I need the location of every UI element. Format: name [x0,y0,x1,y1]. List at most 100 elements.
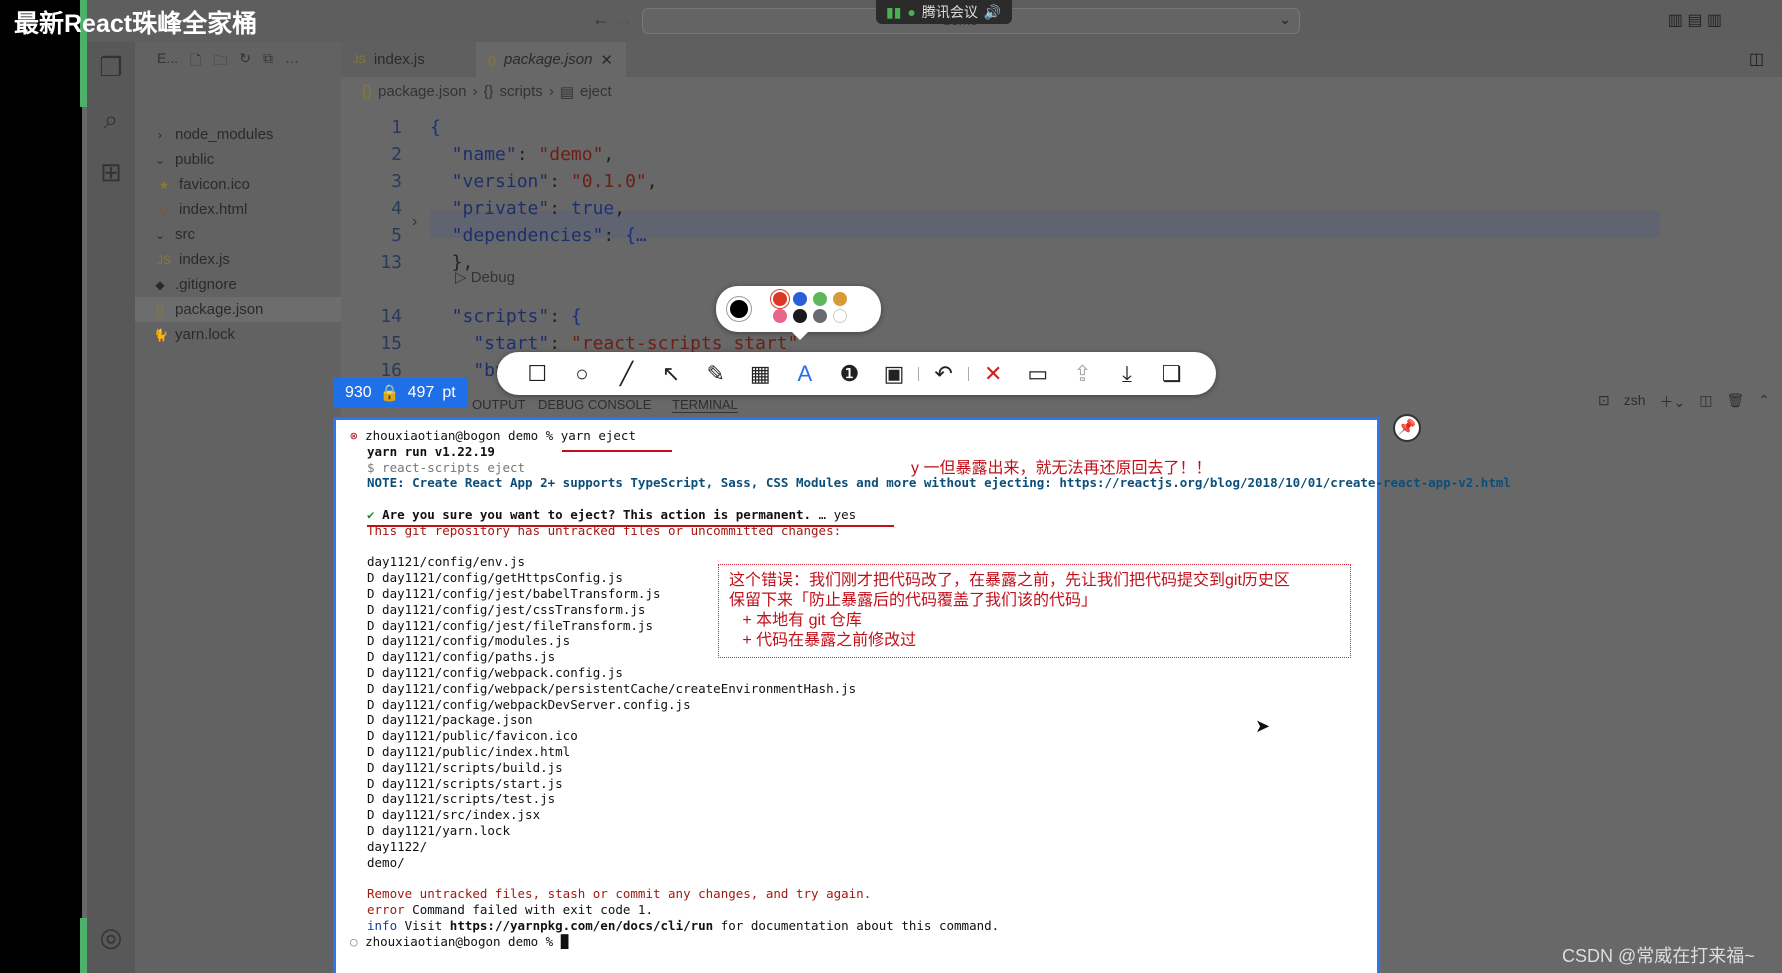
tab-package-json[interactable]: {} package.json ✕ [476,42,626,77]
annotation-underline [562,450,672,452]
more-icon[interactable]: … [285,50,299,74]
terminal-line: day1121/config/env.js [367,554,525,569]
pin-icon[interactable]: 📌 [1393,414,1421,442]
terminal-line: Remove untracked files, stash or commit … [367,886,871,901]
tree-item[interactable]: JS index.js [135,247,341,272]
back-icon[interactable]: ← [592,9,610,30]
number-marker-icon[interactable]: ❶ [827,361,872,387]
trash-icon[interactable]: 🗑 [1727,392,1745,412]
upload-icon[interactable]: ⇪ [1060,361,1105,387]
tab-label: package.json [504,51,593,68]
chevron-right-icon: › [548,83,554,100]
terminal-snip-region[interactable]: ⊗ zhouxiaotian@bogon demo % yarn eject ya… [333,417,1511,973]
terminal-text: https://yarnpkg.com/en/docs/cli/run [449,917,714,933]
new-folder-icon[interactable]: 🗀 [213,50,227,74]
arrow-icon[interactable]: ↖ [649,361,694,387]
codelens-debug[interactable]: ▷ Debug [455,268,515,286]
extensions-icon[interactable]: ⊞ [95,157,127,189]
tree-item-label: index.js [179,251,230,268]
new-file-icon[interactable]: 🗋 [190,50,201,74]
add-terminal-icon[interactable]: ＋⌄ [1660,392,1686,412]
download-icon[interactable]: ⤓ [1105,361,1150,387]
terminal-line: D day1121/config/jest/cssTransform.js [367,602,645,617]
frame-icon[interactable]: ▣ [872,361,917,387]
color-swatch[interactable] [773,309,787,323]
terminal-line: demo/ [367,855,405,870]
split-terminal-icon[interactable]: ◫ [1699,392,1712,412]
tab-terminal[interactable]: TERMINAL [672,397,738,413]
breadcrumb-item[interactable]: package.json [378,83,466,101]
terminal-line: D day1121/public/index.html [367,744,570,759]
breadcrumb-item[interactable]: eject [580,83,612,101]
meeting-indicator[interactable]: ▮▮ ● 腾讯会议 🔊 [876,0,1012,24]
terminal-line: ○ zhouxiaotian@bogon demo % █ [350,934,568,949]
tab-debug-console[interactable]: DEBUG CONSOLE [538,397,651,412]
accounts-icon[interactable]: ◎ [95,922,127,954]
layout-toggle-icons[interactable]: ▥ ▤ ▥ [1668,10,1722,30]
tree-item[interactable]: ⌄ public [135,147,341,172]
tree-item[interactable]: ⌄ src [135,222,341,247]
tree-item[interactable]: {} package.json [135,297,341,322]
lock-icon[interactable]: 🔒 [380,383,400,403]
close-icon[interactable]: ✕ [971,361,1016,387]
stroke-size-button[interactable] [727,297,751,321]
tree-item[interactable]: ◇ index.html [135,197,341,222]
code-token: "start" [430,333,550,354]
collapse-icon[interactable]: ⧉ [263,50,273,74]
undo-icon[interactable]: ↶ [921,361,966,387]
color-swatch[interactable] [813,292,827,306]
tree-item-label: .gitignore [175,276,237,293]
color-swatch[interactable] [833,292,847,306]
terminal-actions: ⊡ zsh ＋⌄ ◫ 🗑 ⌃ [1598,392,1770,412]
search-icon[interactable]: ⌕ [95,104,127,136]
overlay-title: 最新React珠峰全家桶 [14,10,258,38]
terminal-line: D day1121/config/jest/babelTransform.js [367,586,661,601]
color-palette [716,286,881,340]
color-swatch[interactable] [773,292,787,306]
tree-item[interactable]: ◆ .gitignore [135,272,341,297]
mosaic-icon[interactable]: ▦ [738,361,783,387]
forward-icon[interactable]: → [615,9,633,30]
terminal-line: D day1121/config/getHttpsConfig.js [367,570,623,585]
terminal-line: info Visit https://yarnpkg.com/en/docs/c… [367,918,999,933]
color-swatch[interactable] [793,292,807,306]
code-token: : [549,198,571,219]
explorer-title: E... [157,50,179,66]
explorer-icon[interactable]: ❐ [95,52,127,84]
chevron-down-icon: ⌄ [154,227,166,242]
split-editor-icon[interactable]: ◫ [1749,49,1764,69]
shell-name[interactable]: zsh [1624,392,1646,412]
rectangle-icon[interactable]: ☐ [515,361,560,387]
color-swatch[interactable] [793,309,807,323]
tree-item[interactable]: ★ favicon.ico [135,172,341,197]
explorer-sidebar: E... 🗋 🗀 ↻ ⧉ … › node_modules ⌄ public ★ favicon.i… [135,42,341,973]
tree-item[interactable]: › node_modules [135,122,341,147]
refresh-icon[interactable]: ↻ [239,50,251,74]
terminal-line: D day1121/package.json [367,712,533,727]
terminal-text: zhouxiaotian@bogon demo % █ [365,933,569,949]
fold-chevron-icon[interactable]: › [412,213,417,231]
code-line: "version": "0.1.0", [430,171,658,192]
breadcrumb-item[interactable]: scripts [499,83,542,101]
line-icon[interactable]: ╱ [604,361,649,387]
terminal-text: zhouxiaotian@bogon demo % yarn eject [365,428,636,443]
color-swatch[interactable] [833,309,847,323]
text-icon[interactable]: A [783,361,828,387]
terminal-line: day1122/ [367,839,427,854]
chevron-up-icon[interactable]: ⌃ [1758,392,1770,412]
tree-item[interactable]: 🐈 yarn.lock [135,322,341,347]
tab-output[interactable]: OUTPUT [472,397,525,412]
copy-icon[interactable]: ❏ [1149,361,1194,387]
chevron-down-icon: ⌄ [154,152,166,167]
window-icon[interactable]: ▭ [1016,361,1061,387]
color-swatch[interactable] [813,309,827,323]
terminal-line: D day1121/scripts/test.js [367,791,555,806]
terminal-text: ✔ [367,507,383,522]
ellipse-icon[interactable]: ○ [560,361,605,387]
line-number: 3 [391,171,402,192]
terminal-text: D day1121/config/webpack/persistentCache… [367,680,857,696]
pencil-icon[interactable]: ✎ [693,361,738,387]
close-icon[interactable]: ✕ [600,51,613,69]
terminal-text: D day1121/public/favicon.ico [367,728,578,744]
tab-index-js[interactable]: JS index.js [341,42,471,77]
